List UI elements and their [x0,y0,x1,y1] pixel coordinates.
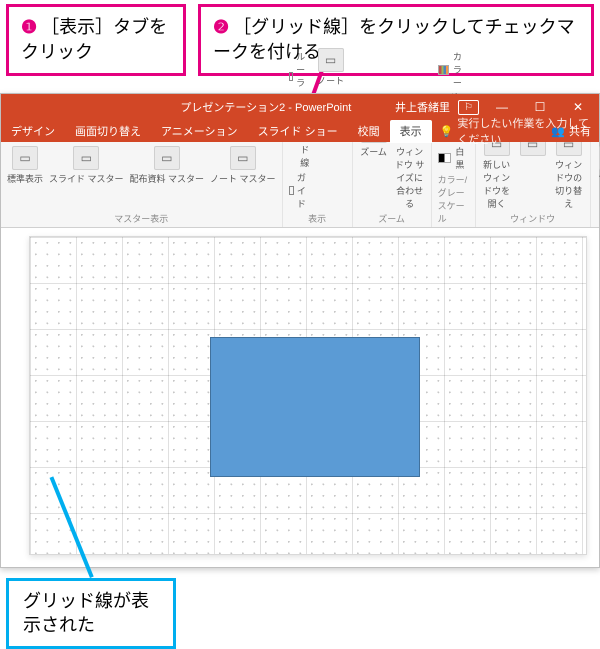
callout-step-1: ❶［表示］タブをクリック [6,4,186,76]
callout-result: グリッド線が表示された [6,578,176,649]
color-swatch-icon [438,65,449,75]
ribbon-tabstrip: デザイン 画面切り替え アニメーション スライド ショー 校閲 表示 💡 実行し… [1,120,599,142]
notes-master-button[interactable]: ▭ ノート マスター [210,146,276,185]
group-label-window: ウィンドウ [510,212,555,225]
group-label-color: カラー/グレースケール [438,173,469,225]
powerpoint-window: プレゼンテーション2 - PowerPoint 井上香緒里 ⚐ — ☐ ✕ デザ… [0,93,600,568]
normal-view-button[interactable]: ▭ 標準表示 [7,146,43,185]
slide-with-gridlines[interactable] [29,236,587,555]
user-name: 井上香緒里 [395,99,450,115]
team-icon[interactable]: ⚐ [458,100,479,115]
bw-mode-button[interactable]: 白黒 [438,145,469,171]
slide-master-icon: ▭ [73,146,99,170]
ribbon-group-macro: ▭ マクロ [591,142,600,227]
group-label-zoom: ズーム [378,212,405,225]
tab-review[interactable]: 校閲 [348,120,390,143]
ribbon-group-color: カラー グレースケール 白黒 カラー/グレースケール [432,142,476,227]
ribbon-group-master-views: ▭ 標準表示 ▭ スライド マスター ▭ 配布資料 マスター ▭ ノート マスタ… [1,142,283,227]
tab-animations[interactable]: アニメーション [151,120,248,143]
ribbon: ▭ 標準表示 ▭ スライド マスター ▭ 配布資料 マスター ▭ ノート マスタ… [1,142,599,228]
share-label: 共有 [569,123,591,139]
handout-master-icon: ▭ [154,146,180,170]
notes-icon: ▭ [318,48,344,72]
group-label-master: マスター表示 [114,212,168,225]
bw-swatch-icon [438,153,452,163]
checkbox-icon [289,186,294,195]
group-label-show: 表示 [308,212,326,225]
callout-1-text: ［表示］タブをクリック [21,17,167,62]
close-button[interactable]: ✕ [563,97,593,117]
tab-transitions[interactable]: 画面切り替え [65,120,151,143]
guides-checkbox[interactable]: ガイド [289,171,310,210]
tab-design[interactable]: デザイン [1,120,65,143]
ribbon-group-window: ▭ 新しいウィンドウを開く ▭ ▭ ウィンドウの切り替え ウィンドウ [476,142,591,227]
minimize-button[interactable]: — [487,97,517,117]
callout-2-text: ［グリッド線］をクリックしてチェックマークを付ける [213,17,575,62]
callout-2-number: ❷ [213,17,229,37]
ribbon-group-show: ルーラー ✓グリッド線 ガイド ▭ ノート 表示 [283,142,353,227]
callout-result-text: グリッド線が表示された [23,591,149,635]
window-title: プレゼンテーション2 - PowerPoint [180,99,351,115]
slide-canvas-area[interactable] [1,228,599,567]
blue-rectangle-shape[interactable] [210,337,420,477]
tab-view[interactable]: 表示 [390,120,432,143]
tab-slideshow[interactable]: スライド ショー [248,120,348,143]
share-button[interactable]: 👥 共有 [551,123,591,139]
share-icon: 👥 [551,125,565,138]
notes-master-icon: ▭ [230,146,256,170]
presentation-icon: ▭ [12,146,38,170]
slide-master-button[interactable]: ▭ スライド マスター [49,146,124,185]
checkbox-icon [289,72,294,81]
color-mode-button[interactable]: カラー [438,50,469,89]
handout-master-button[interactable]: ▭ 配布資料 マスター [130,146,205,185]
macros-button[interactable]: ▭ マクロ [597,146,600,185]
ribbon-group-zoom: 🔍 ズーム ⤢ ウィンドウ サイズに合わせる ズーム [353,142,432,227]
notes-button[interactable]: ▭ ノート [316,48,346,87]
callout-1-number: ❶ [21,17,37,37]
lightbulb-icon: 💡 [440,125,454,138]
callout-step-2: ❷［グリッド線］をクリックしてチェックマークを付ける [198,4,594,76]
maximize-button[interactable]: ☐ [525,97,555,117]
